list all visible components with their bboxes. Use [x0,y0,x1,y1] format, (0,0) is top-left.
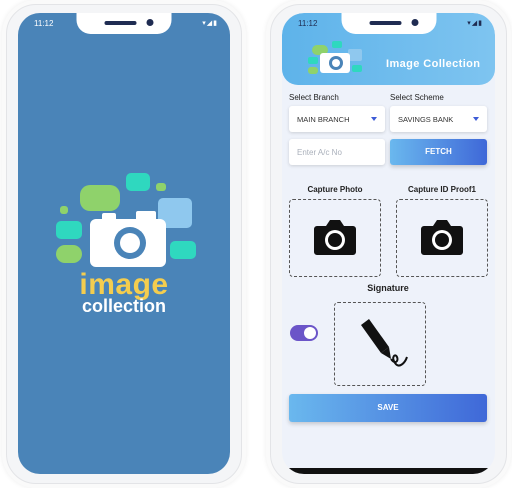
logo-tile-green-bottom [56,245,82,263]
camera-icon [314,220,356,255]
app-title: Image Collection [386,58,481,70]
phone-splash: 11:12 ▾◢▮ image collection [6,4,242,484]
logo-tile-green-small [156,183,166,191]
logo-tile-teal-left [56,221,82,239]
logo-tile-green [80,185,120,211]
branch-select[interactable]: MAIN BRANCH [289,106,385,132]
signature-toggle[interactable] [290,325,318,341]
status-time: 11:12 [34,19,54,28]
capture-id-box[interactable] [396,199,488,277]
status-icons: ▾◢▮ [202,20,218,27]
logo-tile-teal [126,173,150,191]
capture-photo-label: Capture Photo [307,185,363,194]
save-button[interactable]: SAVE [289,394,487,422]
logo-word-collection: collection [81,296,166,316]
status-time: 11:12 [298,19,318,28]
branch-select-value: MAIN BRANCH [297,115,350,124]
app-header: 11:12 ▾◢▮ Image Collection [282,13,495,85]
status-bar: 11:12 ▾◢▮ [18,19,230,31]
form-screen: 11:12 ▾◢▮ Image Collection Select Branch… [282,13,495,474]
signature-box[interactable] [334,302,426,386]
pen-signature-icon [361,319,408,367]
logo-camera-icon [90,211,166,267]
caret-down-icon [473,117,479,121]
scheme-select-value: SAVINGS BANK [398,115,454,124]
toggle-knob [304,327,316,339]
status-icons: ▾◢▮ [467,20,483,27]
branch-label: Select Branch [289,93,339,102]
scheme-label: Select Scheme [390,93,444,102]
logo-tile-green-left [60,206,68,214]
camera-icon [421,220,463,255]
account-number-input[interactable] [289,139,385,165]
capture-id-label: Capture ID Proof1 [407,185,476,194]
splash-screen: 11:12 ▾◢▮ image collection [18,13,230,474]
caret-down-icon [371,117,377,121]
logo-tile-teal-right [170,241,196,259]
signature-label: Signature [367,283,409,293]
capture-photo-box[interactable] [289,199,381,277]
status-bar: 11:12 ▾◢▮ [282,19,495,31]
phone-form: 11:12 ▾◢▮ Image Collection Select Branch… [270,4,507,484]
scheme-select[interactable]: SAVINGS BANK [390,106,487,132]
fetch-button[interactable]: FETCH [390,139,487,165]
bottom-bar [282,468,495,474]
header-logo-icon [308,41,362,74]
